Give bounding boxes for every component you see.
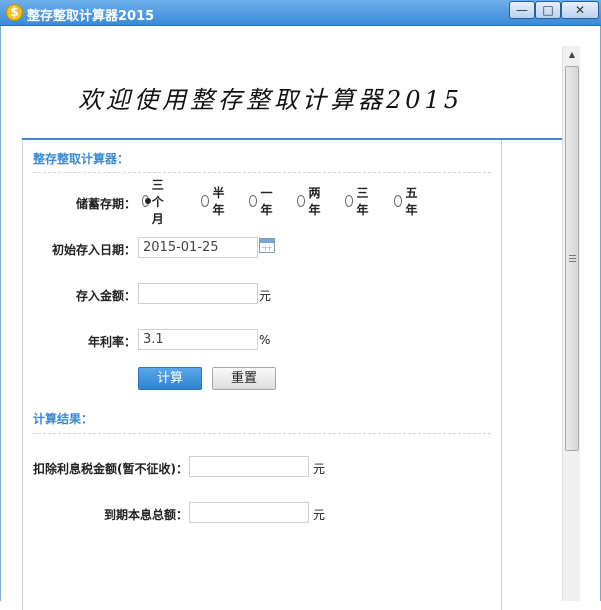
tax-unit: 元 [313, 462, 326, 476]
window-title: 整存整取计算器2015 [27, 9, 155, 24]
calendar-icon[interactable] [259, 238, 275, 253]
maximize-button[interactable]: □ [535, 1, 561, 19]
radio-icon [345, 195, 354, 207]
amount-field[interactable] [138, 283, 258, 304]
title-bar[interactable]: $ 整存整取计算器2015 — □ ✕ [0, 0, 601, 26]
amount-unit: 元 [259, 289, 272, 303]
calculator-section-title: 整存整取计算器： [33, 152, 130, 166]
total-label: 到期本息总额： [103, 508, 188, 522]
term-option-6m[interactable]: 半年 [201, 186, 228, 217]
chevron-up-icon[interactable]: ▲ [563, 46, 581, 63]
grip-icon [569, 255, 576, 262]
term-option-label: 一年 [260, 186, 273, 217]
radio-checked-icon [142, 195, 151, 207]
reset-button[interactable]: 重置 [212, 367, 276, 390]
total-unit: 元 [313, 508, 326, 522]
vertical-scrollbar[interactable]: ▲ [562, 46, 580, 601]
minimize-button[interactable]: — [509, 1, 535, 19]
welcome-banner: 欢迎使用整存整取计算器2015 [78, 86, 464, 114]
dollar-coin-icon: $ [6, 4, 23, 21]
term-option-3m[interactable]: 三个月 [142, 178, 169, 226]
term-option-label: 半年 [212, 186, 225, 217]
radio-icon [249, 195, 258, 207]
rate-label: 年利率： [87, 335, 136, 349]
section-divider [33, 433, 491, 434]
term-option-label: 三年 [356, 186, 369, 217]
close-button[interactable]: ✕ [561, 1, 599, 19]
term-label: 储蓄存期： [75, 197, 136, 211]
rate-unit: % [259, 333, 271, 347]
amount-label: 存入金额： [75, 289, 136, 303]
start-date-field[interactable]: 2015-01-25 [138, 237, 258, 258]
start-date-label: 初始存入日期： [51, 243, 136, 257]
minimize-icon: — [516, 3, 528, 17]
term-option-2y[interactable]: 两年 [297, 186, 324, 217]
term-option-3y[interactable]: 三年 [345, 186, 372, 217]
results-section-title: 计算结果： [33, 412, 94, 426]
term-option-label: 三个月 [151, 177, 164, 226]
term-option-1y[interactable]: 一年 [249, 186, 276, 217]
radio-icon [297, 195, 306, 207]
tax-label: 扣除利息税金额(暂不征收)： [33, 462, 188, 476]
term-option-label: 两年 [308, 186, 321, 217]
section-divider [33, 172, 491, 173]
maximize-icon: □ [542, 3, 554, 17]
tax-result-field[interactable] [189, 456, 309, 477]
radio-icon [394, 195, 403, 207]
calculate-button[interactable]: 计算 [138, 367, 202, 390]
radio-icon [201, 195, 210, 207]
rate-field[interactable]: 3.1 [138, 329, 258, 350]
total-result-field[interactable] [189, 502, 309, 523]
scrollbar-thumb[interactable] [565, 66, 579, 451]
term-option-5y[interactable]: 五年 [394, 186, 421, 217]
term-option-label: 五年 [405, 186, 418, 217]
close-icon: ✕ [574, 3, 586, 17]
